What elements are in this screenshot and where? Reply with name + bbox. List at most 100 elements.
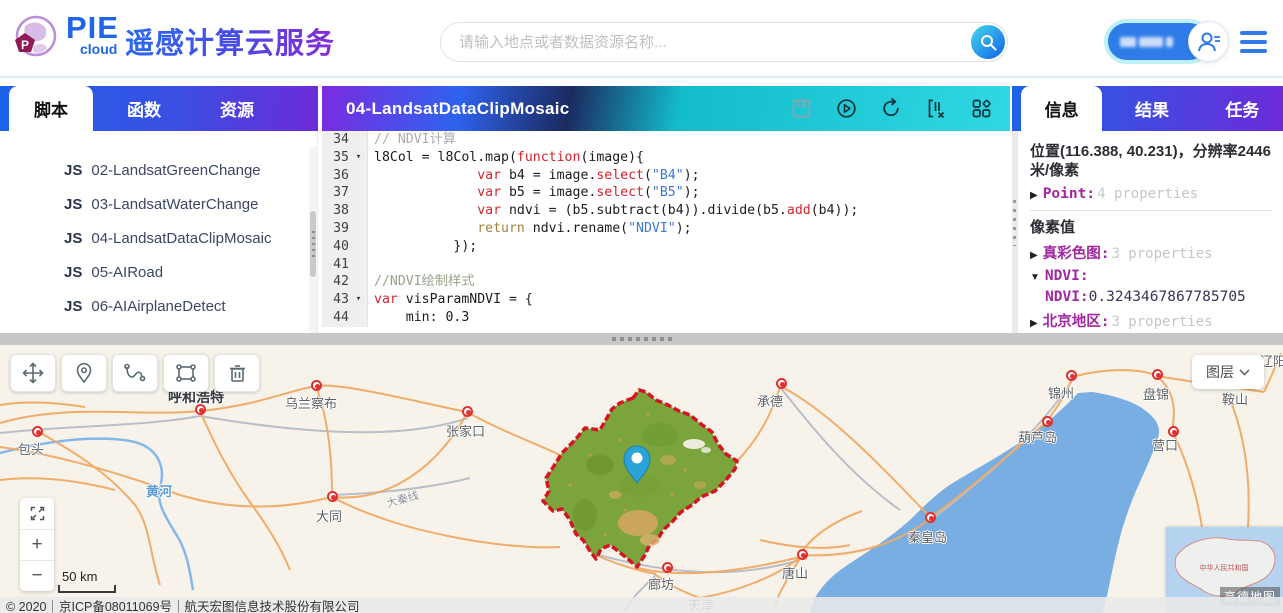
code-line: 43▾var visParamNDVI = {	[322, 291, 1010, 309]
city-poi-marker	[327, 491, 338, 502]
value-number: 0.3243467867785705	[1089, 289, 1246, 305]
copyright-text: © 2020｜京ICP备08011069号｜航天宏图信息技术股份有限公司	[6, 596, 360, 613]
js-badge-icon: JS	[64, 196, 82, 213]
drag-dots	[612, 337, 672, 341]
code-text: var ndvi = (b5.subtract(b4)).divide(b5.a…	[368, 202, 858, 220]
city-poi-marker	[1042, 416, 1053, 427]
masked-username	[1166, 37, 1173, 47]
line-number: 38	[322, 202, 352, 220]
search-input[interactable]	[440, 22, 1008, 62]
code-text: min: 0.3	[368, 309, 469, 327]
info-muted: 3 properties	[1111, 246, 1212, 262]
trash-icon	[228, 363, 247, 384]
clear-output-icon[interactable]	[926, 98, 947, 119]
menu-hamburger-icon[interactable]	[1240, 31, 1267, 53]
line-number: 44	[322, 309, 352, 327]
map-label: 营口	[1152, 435, 1178, 454]
product-title: 遥感计算云服务	[125, 14, 335, 62]
svg-text:P: P	[21, 38, 29, 52]
line-gutter: 41	[322, 256, 368, 274]
app-logo[interactable]: P PIE cloud 遥感计算云服务	[12, 14, 335, 62]
save-icon[interactable]	[791, 98, 812, 119]
city-poi-marker	[1152, 369, 1163, 380]
map-label: 鞍山	[1222, 389, 1248, 408]
pan-tool-button[interactable]	[10, 354, 56, 392]
right-tabbar: 信息 结果 任务	[1012, 86, 1283, 131]
delete-tool-button[interactable]	[214, 354, 260, 392]
line-number: 40	[322, 238, 352, 256]
line-gutter: 39	[322, 220, 368, 238]
fold-spacer	[352, 184, 365, 202]
script-item[interactable]: JS06-AIAirplaneDetect	[0, 289, 317, 323]
editor-header: 04-LandsatDataClipMosaic	[322, 86, 1010, 131]
code-line: 41	[322, 256, 1010, 274]
script-list: JS02-LandsatGreenChangeJS03-LandsatWater…	[0, 131, 317, 323]
js-badge-icon: JS	[64, 230, 82, 247]
layers-label: 图层	[1206, 362, 1234, 382]
info-key: NDVI:	[1045, 268, 1089, 284]
script-item[interactable]: JS02-LandsatGreenChange	[0, 153, 317, 187]
polygon-tool-button[interactable]	[163, 354, 209, 392]
script-panel: JS02-LandsatGreenChangeJS03-LandsatWater…	[0, 131, 318, 333]
run-icon[interactable]	[836, 98, 857, 119]
info-section-title: 位置(116.388, 40.231)，分辨率2446米/像素	[1030, 139, 1273, 184]
search-bar	[440, 22, 1008, 62]
horizontal-resize-divider[interactable]	[0, 333, 1283, 345]
value-key: NDVI:	[1045, 289, 1089, 305]
line-number: 42	[322, 273, 352, 291]
panel-resize-handle[interactable]	[1013, 200, 1016, 246]
info-expand-row[interactable]: ▶真彩色图:3 properties	[1030, 240, 1273, 266]
polyline-tool-button[interactable]	[112, 354, 158, 392]
map-label: 黄河	[146, 481, 172, 500]
line-number: 43	[322, 291, 352, 309]
tab-results[interactable]: 结果	[1111, 86, 1192, 131]
fullscreen-button[interactable]	[20, 498, 54, 529]
layers-dropdown-button[interactable]: 图层	[1192, 355, 1264, 389]
editor-title: 04-LandsatDataClipMosaic	[346, 99, 570, 119]
tab-scripts[interactable]: 脚本	[9, 86, 93, 131]
layout-icon[interactable]	[971, 98, 992, 119]
user-avatar[interactable]	[1188, 21, 1229, 62]
search-button[interactable]	[971, 25, 1005, 59]
globe-logo-icon: P	[12, 14, 58, 60]
code-text: var b5 = image.select("B5");	[368, 184, 700, 202]
fold-arrow-icon[interactable]: ▾	[352, 291, 365, 309]
info-expand-row[interactable]: ▶Point:4 properties	[1030, 184, 1273, 205]
info-muted: 3 properties	[1111, 314, 1212, 330]
fold-arrow-icon[interactable]: ▾	[352, 149, 365, 167]
code-line: 37 var b5 = image.select("B5");	[322, 184, 1010, 202]
script-item[interactable]: JS05-AIRoad	[0, 255, 317, 289]
masked-username	[1139, 37, 1163, 47]
tab-tasks[interactable]: 任务	[1202, 86, 1283, 131]
tab-resources[interactable]: 资源	[195, 86, 279, 131]
city-poi-marker	[925, 512, 936, 523]
info-section-title: 像素值	[1030, 210, 1273, 240]
code-line: 38 var ndvi = (b5.subtract(b4)).divide(b…	[322, 202, 1010, 220]
tab-functions[interactable]: 函数	[102, 86, 186, 131]
info-muted: 4 properties	[1097, 186, 1198, 202]
fold-spacer	[352, 238, 365, 256]
script-item[interactable]: JS04-LandsatDataClipMosaic	[0, 221, 317, 255]
tab-info[interactable]: 信息	[1021, 86, 1102, 131]
code-editor[interactable]: 34// NDVI计算35▾l8Col = l8Col.map(function…	[322, 131, 1010, 333]
code-text: });	[368, 238, 477, 256]
code-line: 44 min: 0.3	[322, 309, 1010, 327]
reset-icon[interactable]	[881, 98, 902, 119]
info-content: 位置(116.388, 40.231)，分辨率2446米/像素▶Point:4 …	[1018, 131, 1283, 333]
zoom-out-button[interactable]: −	[20, 560, 54, 591]
code-line: 36 var b4 = image.select("B4");	[322, 167, 1010, 185]
info-value-row: NDVI:0.3243467867785705	[1030, 287, 1273, 308]
fold-spacer	[352, 131, 365, 149]
info-expand-row[interactable]: ▶北京地区:3 properties	[1030, 308, 1273, 333]
scrollbar[interactable]	[309, 147, 317, 333]
info-expand-row[interactable]: ▼NDVI:	[1030, 266, 1273, 287]
marker-tool-button[interactable]	[61, 354, 107, 392]
map-label: 葫芦岛	[1018, 427, 1057, 446]
zoom-in-button[interactable]: +	[20, 529, 54, 560]
search-icon	[980, 34, 997, 51]
script-item[interactable]: JS03-LandsatWaterChange	[0, 187, 317, 221]
minimap-country-label: 中华人民共和国	[1200, 563, 1249, 572]
city-poi-marker	[32, 426, 43, 437]
map-canvas[interactable]: 图层 + − 50 km 中华人民共和国 高德地图 © 2020｜京ICP备08…	[0, 345, 1283, 613]
city-poi-marker	[1066, 370, 1077, 381]
